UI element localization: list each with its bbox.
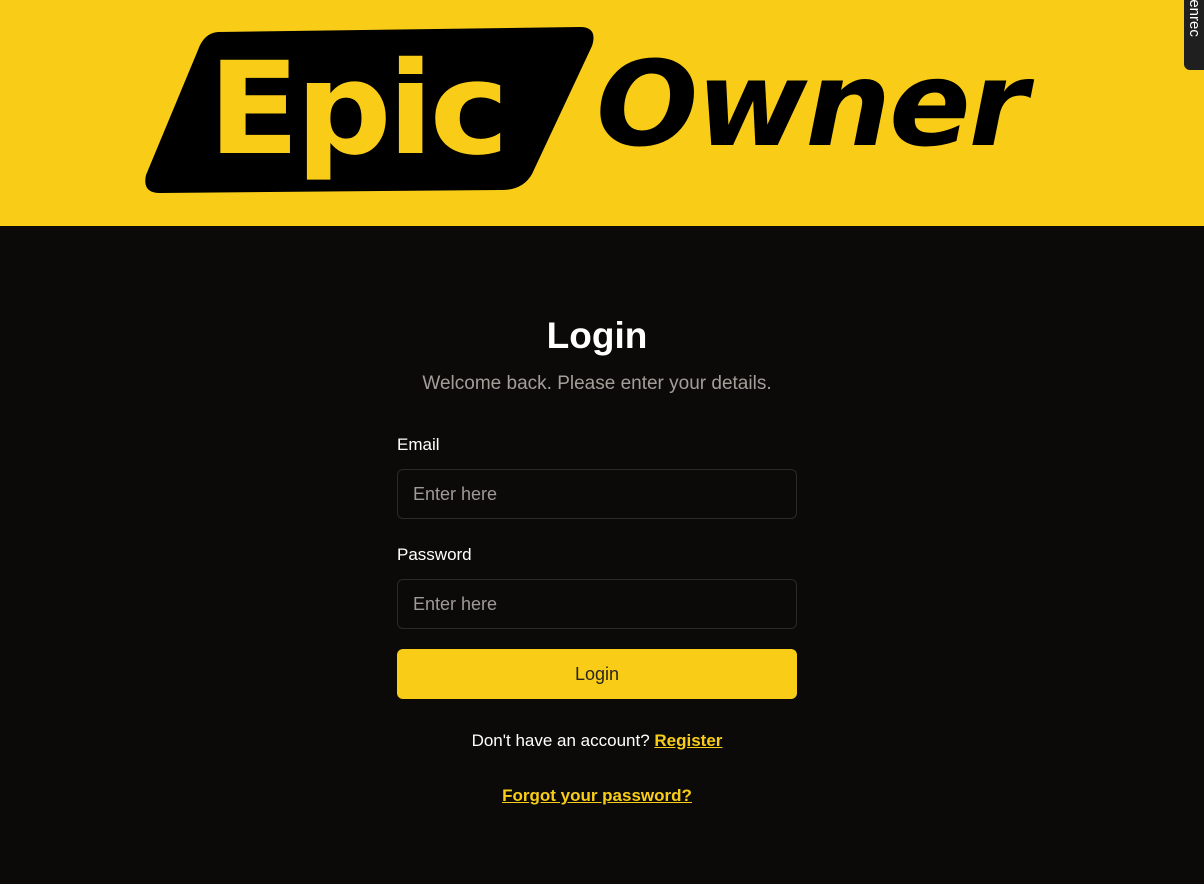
header-banner: Epic Owner xyxy=(0,0,1204,226)
screen-recorder-tab[interactable]: reenrec xyxy=(1184,0,1204,70)
epic-owner-logo[interactable]: Epic Owner xyxy=(140,20,1060,200)
password-label: Password xyxy=(397,545,472,564)
logo-text-epic: Epic xyxy=(208,35,509,184)
logo-text-owner: Owner xyxy=(596,35,1028,173)
email-label: Email xyxy=(397,435,440,454)
email-input[interactable] xyxy=(397,469,797,519)
login-button[interactable]: Login xyxy=(397,649,797,699)
screen-recorder-label: reenrec xyxy=(1186,0,1203,37)
forgot-row: Forgot your password? xyxy=(347,784,847,808)
forgot-password-link[interactable]: Forgot your password? xyxy=(502,786,692,805)
register-row: Don't have an account? Register xyxy=(347,729,847,753)
register-prompt: Don't have an account? xyxy=(471,731,650,750)
page-title: Login xyxy=(546,315,648,356)
page-subtitle: Welcome back. Please enter your details. xyxy=(422,373,772,394)
register-link[interactable]: Register xyxy=(654,731,722,750)
password-input[interactable] xyxy=(397,579,797,629)
